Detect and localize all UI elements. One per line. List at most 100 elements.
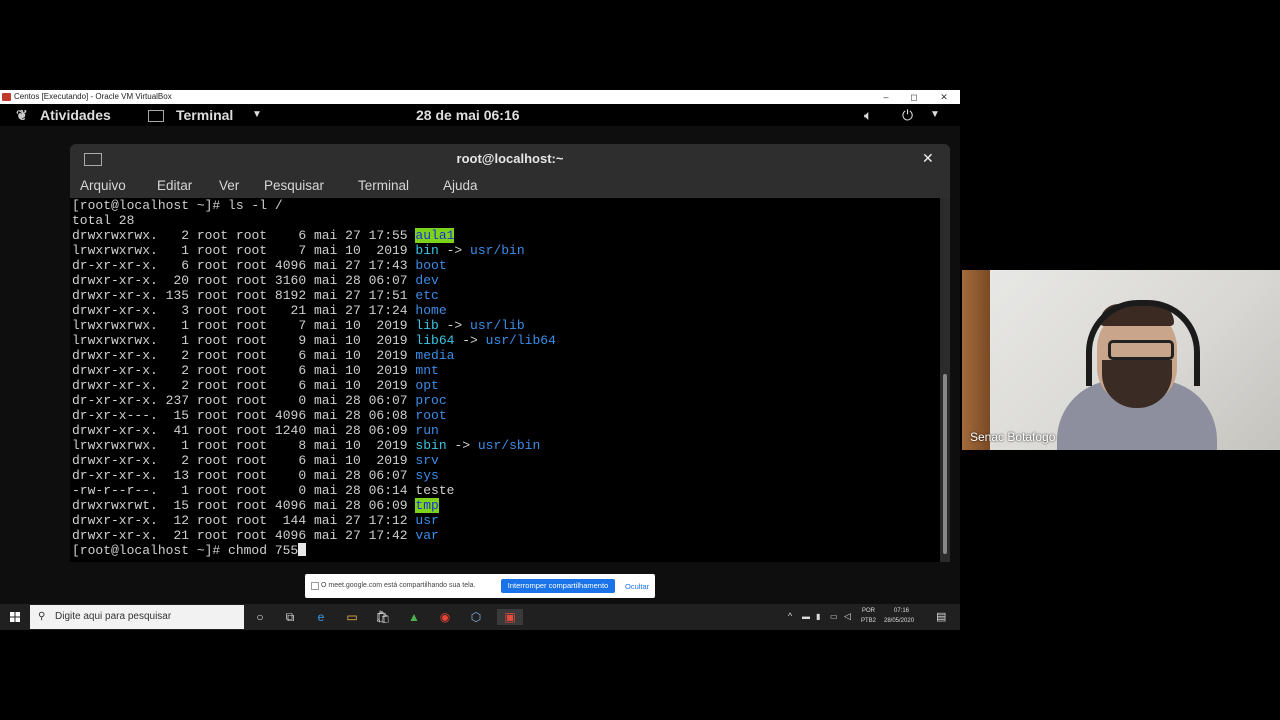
taskbar-search-box[interactable]: ⚲ Digite aqui para pesquisar — [30, 605, 244, 629]
group: root — [235, 228, 268, 243]
app-menu-chevron-icon[interactable]: ▼ — [252, 104, 262, 126]
month: mai — [313, 378, 338, 393]
terminal-scrollbar[interactable] — [940, 198, 950, 562]
link-count: 1 — [165, 438, 190, 453]
link-count: 3 — [165, 303, 190, 318]
group: root — [235, 288, 268, 303]
link-count: 237 — [165, 393, 190, 408]
terminal-line: drwxr-xr-x. 3 root root 21 mai 27 17:24 … — [72, 303, 556, 318]
app-menu-terminal[interactable]: Terminal — [176, 104, 233, 126]
link-count: 1 — [165, 333, 190, 348]
virtualbox-taskbar-icon[interactable]: ⬡ — [468, 609, 484, 625]
menu-pesquisar[interactable]: Pesquisar — [264, 178, 324, 193]
time: 2019 — [368, 453, 408, 468]
day: 27 — [345, 258, 361, 273]
task-view-icon[interactable]: ⧉ — [282, 609, 298, 625]
menu-arquivo[interactable]: Arquivo — [80, 178, 126, 193]
time: 2019 — [368, 363, 408, 378]
month: mai — [313, 288, 338, 303]
virtualbox-title: Centos [Executando] - Oracle VM VirtualB… — [14, 92, 172, 101]
menu-ver[interactable]: Ver — [219, 178, 239, 193]
gnome-foot-icon: ❦ — [16, 107, 28, 123]
tray-time[interactable]: 07:16 — [894, 608, 909, 614]
group: root — [235, 348, 268, 363]
language-top[interactable]: POR — [862, 608, 875, 614]
minimize-button[interactable]: – — [872, 90, 900, 104]
permissions: drwxr-xr-x. — [72, 348, 158, 363]
terminal-close-icon[interactable]: ✕ — [922, 150, 934, 167]
clock[interactable]: 28 de mai 06:16 — [416, 104, 520, 126]
group: root — [235, 273, 268, 288]
menu-ajuda[interactable]: Ajuda — [443, 178, 478, 193]
tray-chevron-icon[interactable]: ^ — [788, 611, 792, 621]
month: mai — [313, 333, 338, 348]
time: 06:07 — [368, 273, 408, 288]
store-icon[interactable]: 🛍︎ — [375, 609, 391, 625]
month: mai — [313, 438, 338, 453]
notifications-icon[interactable]: ▤ — [936, 610, 946, 623]
mic-icon[interactable]: ▮ — [816, 612, 820, 621]
file-size: 6 — [274, 453, 307, 468]
terminal-output[interactable]: [root@localhost ~]# ls -l / total 28 drwxr… — [70, 198, 940, 562]
terminal-line: dr-xr-xr-x. 13 root root 0 mai 28 06:07 … — [72, 468, 556, 483]
owner: root — [196, 483, 229, 498]
power-icon[interactable]: ⏻ — [902, 104, 913, 126]
time: 2019 — [368, 348, 408, 363]
language-bottom[interactable]: PTB2 — [861, 618, 876, 624]
day: 27 — [345, 513, 361, 528]
group: root — [235, 378, 268, 393]
link-count: 41 — [165, 423, 190, 438]
time: 06:09 — [368, 423, 408, 438]
tray-date[interactable]: 28/05/2020 — [884, 618, 914, 624]
maximize-button[interactable]: ◻ — [900, 90, 928, 104]
file-name: tmp — [415, 498, 439, 513]
system-menu-chevron-icon[interactable]: ▼ — [930, 104, 940, 126]
participant-name: Senac Botafogo — [970, 430, 1056, 444]
month: mai — [313, 228, 338, 243]
file-name: lib — [415, 318, 439, 333]
share-banner-text: O meet.google.com está compartilhando su… — [321, 582, 476, 589]
edge-icon[interactable]: e — [313, 609, 329, 625]
group: root — [235, 453, 268, 468]
file-size: 4096 — [274, 258, 307, 273]
close-button[interactable]: ✕ — [930, 90, 958, 104]
file-name: etc — [415, 288, 439, 303]
file-name: sbin — [415, 438, 447, 453]
file-size: 0 — [274, 393, 307, 408]
cortana-icon[interactable]: ○ — [252, 609, 268, 625]
scrollbar-thumb[interactable] — [943, 374, 947, 554]
speaker-icon[interactable]: ◁ — [844, 611, 851, 622]
network-icon[interactable]: ▬ — [802, 612, 810, 621]
time: 2019 — [368, 318, 408, 333]
menu-terminal[interactable]: Terminal — [358, 178, 409, 193]
day: 28 — [345, 468, 361, 483]
time: 06:09 — [368, 498, 408, 513]
hide-banner-link[interactable]: Ocultar — [625, 582, 649, 591]
file-size: 7 — [274, 318, 307, 333]
start-button[interactable] — [0, 604, 30, 630]
terminal-line: drwxr-xr-x. 2 root root 6 mai 10 2019 me… — [72, 348, 556, 363]
activities-button[interactable]: Atividades — [40, 104, 111, 126]
file-name: usr — [415, 513, 439, 528]
month: mai — [313, 243, 338, 258]
permissions: drwxr-xr-x. — [72, 288, 158, 303]
day: 27 — [345, 228, 361, 243]
volume-icon[interactable]: 🔈︎ — [864, 104, 872, 126]
menu-editar[interactable]: Editar — [157, 178, 192, 193]
permissions: drwxrwxrwx. — [72, 228, 158, 243]
permissions: lrwxrwxrwx. — [72, 438, 158, 453]
stop-sharing-button[interactable]: Interromper compartilhamento — [501, 579, 615, 593]
battery-icon[interactable]: ▭ — [830, 612, 838, 621]
terminal-window: root@localhost:~ ✕ Arquivo Editar Ver Pe… — [70, 144, 950, 562]
drive-icon[interactable]: ▲ — [406, 609, 422, 625]
terminal-prompt-line[interactable]: [root@localhost ~]# chmod 755 — [72, 543, 556, 558]
terminal-line: -rw-r--r--. 1 root root 0 mai 28 06:14 t… — [72, 483, 556, 498]
file-size: 6 — [274, 378, 307, 393]
permissions: drwxr-xr-x. — [72, 513, 158, 528]
link-target: usr/sbin — [477, 438, 541, 453]
file-explorer-icon[interactable]: ▭ — [344, 609, 360, 625]
active-app-icon[interactable]: ▣ — [497, 609, 523, 625]
day: 10 — [345, 333, 361, 348]
chrome-icon[interactable]: ◉ — [437, 609, 453, 625]
owner: root — [196, 528, 229, 543]
